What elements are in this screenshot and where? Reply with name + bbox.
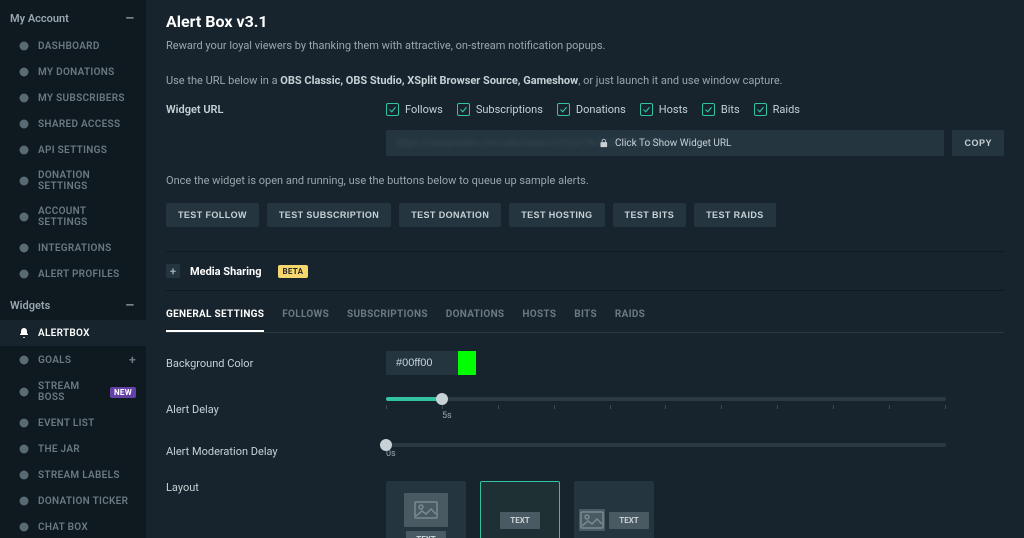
layout-option-text-only[interactable]: TEXT	[480, 481, 560, 538]
sidebar-item[interactable]: DASHBOARD	[0, 33, 146, 59]
layout-option-stacked[interactable]: TEXT	[386, 481, 466, 538]
sidebar-item[interactable]: ALERT PROFILES	[0, 261, 146, 287]
nav-icon	[18, 495, 30, 507]
nav-icon	[18, 242, 30, 254]
sidebar-item[interactable]: ACCOUNT SETTINGS	[0, 199, 146, 235]
settings-tab[interactable]: FOLLOWS	[282, 309, 329, 332]
sidebar-item[interactable]: EVENT LIST	[0, 410, 146, 436]
nav-icon	[18, 469, 30, 481]
sidebar-item[interactable]: STREAM LABELS	[0, 462, 146, 488]
url-instruction: Use the URL below in a OBS Classic, OBS …	[166, 74, 1004, 87]
collapse-icon[interactable]: —	[126, 12, 134, 25]
mod-delay-slider[interactable]: 0s	[386, 443, 946, 459]
collapse-icon[interactable]: —	[126, 299, 134, 312]
nav-icon	[18, 268, 30, 280]
nav-section-widgets[interactable]: Widgets —	[0, 287, 146, 320]
test-alert-button[interactable]: TEST HOSTING	[509, 203, 604, 227]
layout-label: Layout	[166, 481, 386, 494]
test-alert-button[interactable]: TEST FOLLOW	[166, 203, 259, 227]
checkbox-icon	[557, 103, 570, 116]
checkbox-icon	[702, 103, 715, 116]
main-content: Alert Box v3.1 Reward your loyal viewers…	[146, 0, 1024, 538]
checkbox-icon	[640, 103, 653, 116]
test-alert-button[interactable]: TEST DONATION	[399, 203, 501, 227]
sidebar-item[interactable]: SHARED ACCESS	[0, 111, 146, 137]
alert-type-checkbox[interactable]: Subscriptions	[457, 103, 543, 116]
alert-type-checkbox[interactable]: Hosts	[640, 103, 688, 116]
alert-delay-label: Alert Delay	[166, 403, 386, 416]
sidebar-item[interactable]: API SETTINGS	[0, 137, 146, 163]
nav-icon	[18, 386, 30, 398]
queue-instruction: Once the widget is open and running, use…	[166, 174, 1004, 187]
sidebar-item[interactable]: GOALS+	[0, 346, 146, 374]
test-alert-button[interactable]: TEST SUBSCRIPTION	[267, 203, 391, 227]
sidebar-item[interactable]: STREAM BOSSNEW	[0, 374, 146, 410]
copy-button[interactable]: COPY	[952, 130, 1004, 156]
image-placeholder-icon	[579, 509, 605, 531]
sidebar: My Account — DASHBOARDMY DONATIONSMY SUB…	[0, 0, 146, 538]
image-placeholder-icon	[404, 493, 448, 527]
nav-icon	[18, 66, 30, 78]
checkbox-icon	[386, 103, 399, 116]
beta-badge: BETA	[278, 265, 309, 278]
bgcolor-label: Background Color	[166, 357, 386, 370]
test-alert-button[interactable]: TEST RAIDS	[694, 203, 776, 227]
nav-icon	[18, 443, 30, 455]
nav-icon	[18, 118, 30, 130]
show-url-overlay[interactable]: Click To Show Widget URL	[599, 138, 731, 149]
nav-icon	[18, 417, 30, 429]
page-subtitle: Reward your loyal viewers by thanking th…	[166, 39, 1004, 52]
nav-icon	[18, 354, 30, 366]
mod-delay-label: Alert Moderation Delay	[166, 445, 386, 458]
checkbox-icon	[754, 103, 767, 116]
nav-icon	[18, 211, 30, 223]
widget-url-label: Widget URL	[166, 103, 386, 116]
page-title: Alert Box v3.1	[166, 12, 1004, 31]
settings-tab[interactable]: SUBSCRIPTIONS	[347, 309, 428, 332]
add-icon[interactable]: +	[129, 353, 136, 367]
nav-icon	[18, 92, 30, 104]
sidebar-item[interactable]: THE JAR	[0, 436, 146, 462]
widget-url-field[interactable]: https://streamlabs.com/alert-box/v3/92a1…	[386, 130, 944, 156]
expand-icon[interactable]: +	[166, 264, 180, 278]
lock-icon	[599, 138, 609, 148]
sidebar-item[interactable]: DONATION TICKER	[0, 488, 146, 514]
media-sharing-row[interactable]: + Media Sharing BETA	[166, 251, 1004, 291]
sidebar-item[interactable]: MY SUBSCRIBERS	[0, 85, 146, 111]
settings-tab[interactable]: GENERAL SETTINGS	[166, 309, 264, 332]
bgcolor-swatch[interactable]	[458, 351, 476, 375]
alert-type-checkbox[interactable]: Raids	[754, 103, 800, 116]
nav-icon	[18, 521, 30, 533]
settings-tab[interactable]: BITS	[574, 309, 597, 332]
nav-section-account[interactable]: My Account —	[0, 0, 146, 33]
settings-tab[interactable]: HOSTS	[522, 309, 556, 332]
sidebar-item[interactable]: MY DONATIONS	[0, 59, 146, 85]
alert-type-checkbox[interactable]: Follows	[386, 103, 443, 116]
nav-icon	[18, 144, 30, 156]
sidebar-item[interactable]: CHAT BOX	[0, 514, 146, 538]
alert-type-checkbox[interactable]: Bits	[702, 103, 740, 116]
sidebar-item[interactable]: ALERTBOX	[0, 320, 146, 346]
checkbox-icon	[457, 103, 470, 116]
bgcolor-input[interactable]	[386, 351, 458, 375]
alert-type-checkbox[interactable]: Donations	[557, 103, 626, 116]
sidebar-item[interactable]: DONATION SETTINGS	[0, 163, 146, 199]
nav-icon	[18, 40, 30, 52]
nav-icon	[18, 175, 30, 187]
nav-icon	[18, 327, 30, 339]
settings-tab[interactable]: RAIDS	[615, 309, 645, 332]
alert-delay-slider[interactable]: 5s	[386, 397, 946, 421]
settings-tab[interactable]: DONATIONS	[446, 309, 505, 332]
layout-option-horizontal[interactable]: TEXT	[574, 481, 654, 538]
new-badge: NEW	[110, 387, 136, 398]
test-alert-button[interactable]: TEST BITS	[613, 203, 687, 227]
sidebar-item[interactable]: INTEGRATIONS	[0, 235, 146, 261]
